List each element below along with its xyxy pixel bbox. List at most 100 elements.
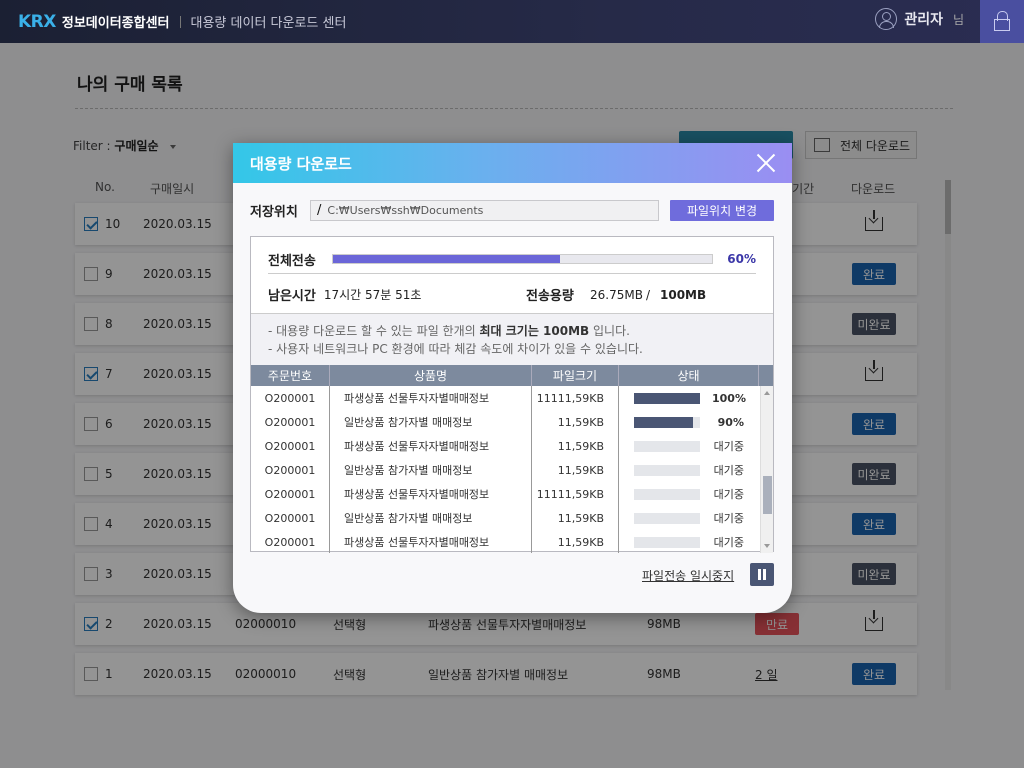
file-order-no: O200001 (251, 410, 330, 434)
modal-header: 대용량 다운로드 (233, 143, 792, 183)
file-row: O200001 파생상품 선물투자자별매매정보 11111,59KB 대기중 (251, 482, 773, 506)
path-slash: / (317, 202, 322, 218)
file-row: O200001 일반상품 참가자별 매매정보 11,59KB 90% (251, 410, 773, 434)
total-progress-fill (332, 255, 561, 263)
file-size: 11,59KB (532, 530, 619, 553)
user-menu[interactable]: 관리자 님 (875, 8, 964, 30)
user-name: 관리자 (904, 12, 943, 28)
transfer-panel: 전체전송 60% 남은시간 17시간 57분 51초 전송용량 26.75MB … (250, 236, 774, 553)
file-order-no: O200001 (251, 530, 330, 553)
file-size: 11,59KB (532, 410, 619, 434)
file-status-text: 90% (717, 415, 744, 429)
lock-icon (994, 10, 1010, 31)
header-divider (179, 15, 181, 28)
file-product: 파생상품 선물투자자별매매정보 (330, 386, 532, 410)
file-progress-bar (634, 440, 700, 452)
remaining-time-value: 17시간 57분 51초 (323, 288, 422, 302)
site-title[interactable]: 정보데이터종합센터 (62, 12, 170, 31)
header-file-size: 파일크기 (532, 365, 619, 386)
header-status: 상태 (619, 365, 759, 386)
notice-line-2: - 사용자 네트워크나 PC 환경에 따라 체감 속도에 차이가 있을 수 있습… (268, 342, 643, 356)
modal-title: 대용량 다운로드 (250, 154, 352, 173)
progress-divider (268, 273, 756, 274)
logout-button[interactable] (980, 0, 1024, 43)
file-status-text: 대기중 (713, 488, 744, 501)
file-product: 일반상품 참가자별 매매정보 (330, 410, 532, 434)
file-status: 대기중 (619, 530, 759, 553)
total-progress-track (331, 254, 714, 264)
file-product: 파생상품 선물투자자별매매정보 (330, 530, 532, 553)
pause-transfer-link[interactable]: 파일전송 일시중지 (642, 567, 734, 584)
notice-box: - 대용량 다운로드 할 수 있는 파일 한개의 최대 크기는 100MB 입니… (251, 313, 773, 365)
file-size: 11,59KB (532, 458, 619, 482)
transfer-size-value: 26.75MB (590, 287, 643, 302)
user-icon (875, 8, 898, 30)
file-size: 11111,59KB (532, 482, 619, 506)
file-row: O200001 파생상품 선물투자자별매매정보 11111,59KB 100% (251, 386, 773, 410)
file-status: 대기중 (619, 482, 759, 506)
file-product: 일반상품 참가자별 매매정보 (330, 458, 532, 482)
scroll-up-icon[interactable] (764, 391, 770, 395)
file-order-no: O200001 (251, 482, 330, 506)
file-status: 100% (619, 386, 759, 410)
file-table-header: 주문번호 상품명 파일크기 상태 (251, 365, 773, 386)
file-row: O200001 일반상품 참가자별 매매정보 11,59KB 대기중 (251, 506, 773, 530)
file-row: O200001 파생상품 선물투자자별매매정보 11,59KB 대기중 (251, 434, 773, 458)
transfer-size-total: 100MB (660, 287, 707, 302)
total-progress: 전체전송 60% (268, 249, 756, 269)
remaining-time-label: 남은시간 (268, 289, 316, 304)
file-row: O200001 일반상품 참가자별 매매정보 11,59KB 대기중 (251, 458, 773, 482)
file-status: 90% (619, 410, 759, 434)
file-progress-fill (634, 392, 700, 404)
file-table: 주문번호 상품명 파일크기 상태 O200001 파생상품 선물투자자별매매정보 1… (251, 365, 773, 553)
scroll-down-icon[interactable] (764, 544, 770, 548)
save-location-row: 저장위치 / C:₩Users₩ssh₩Documents 파일위치 변경 (250, 199, 774, 221)
file-progress-bar (634, 488, 700, 500)
transfer-size-slash: / (646, 287, 651, 302)
file-table-body: O200001 파생상품 선물투자자별매매정보 11111,59KB 100% O200… (251, 386, 773, 553)
save-location-label: 저장위치 (250, 204, 298, 220)
save-location-path: C:₩Users₩ssh₩Documents (327, 203, 484, 217)
krx-logo[interactable]: KRX (18, 12, 56, 32)
file-status-text: 대기중 (713, 464, 744, 477)
table-scrollbar-thumb[interactable] (763, 476, 772, 514)
save-location-field[interactable]: / C:₩Users₩ssh₩Documents (310, 199, 659, 221)
change-location-button[interactable]: 파일위치 변경 (670, 199, 774, 221)
pause-icon[interactable] (750, 563, 774, 586)
table-scrollbar[interactable] (760, 386, 773, 553)
center-title: 대용량 데이터 다운로드 센터 (190, 16, 347, 31)
user-suffix: 님 (952, 12, 964, 27)
file-progress-bar (634, 536, 700, 548)
transfer-size-label: 전송용량 (526, 289, 574, 304)
notice-1-post: 입니다. (589, 324, 630, 338)
header-order-no: 주문번호 (251, 365, 330, 386)
notice-line-1: - 대용량 다운로드 할 수 있는 파일 한개의 최대 크기는 100MB 입니… (268, 322, 756, 340)
file-product: 파생상품 선물투자자별매매정보 (330, 434, 532, 458)
file-status-text: 대기중 (713, 536, 744, 549)
file-order-no: O200001 (251, 458, 330, 482)
file-status: 대기중 (619, 434, 759, 458)
file-status-text: 100% (712, 391, 746, 405)
file-product: 일반상품 참가자별 매매정보 (330, 506, 532, 530)
notice-1-bold: 최대 크기는 100MB (479, 324, 590, 338)
file-progress-fill (634, 416, 694, 428)
file-size: 11,59KB (532, 434, 619, 458)
file-row: O200001 파생상품 선물투자자별매매정보 11,59KB 대기중 (251, 530, 773, 553)
file-status: 대기중 (619, 506, 759, 530)
file-size: 11,59KB (532, 506, 619, 530)
transfer-info: 남은시간 17시간 57분 51초 전송용량 26.75MB / 100MB (268, 285, 756, 305)
file-order-no: O200001 (251, 506, 330, 530)
close-icon[interactable] (756, 153, 776, 173)
file-status-text: 대기중 (713, 440, 744, 453)
file-progress-bar (634, 464, 700, 476)
file-status-text: 대기중 (713, 512, 744, 525)
notice-1-pre: - 대용량 다운로드 할 수 있는 파일 한개의 (268, 324, 480, 338)
file-order-no: O200001 (251, 434, 330, 458)
header-product: 상품명 (330, 365, 532, 386)
file-size: 11111,59KB (532, 386, 619, 410)
top-header: KRX 정보데이터종합센터 대용량 데이터 다운로드 센터 관리자 님 (0, 0, 1024, 43)
file-product: 파생상품 선물투자자별매매정보 (330, 482, 532, 506)
file-progress-bar (634, 512, 700, 524)
file-progress-bar (634, 392, 700, 404)
file-status: 대기중 (619, 458, 759, 482)
